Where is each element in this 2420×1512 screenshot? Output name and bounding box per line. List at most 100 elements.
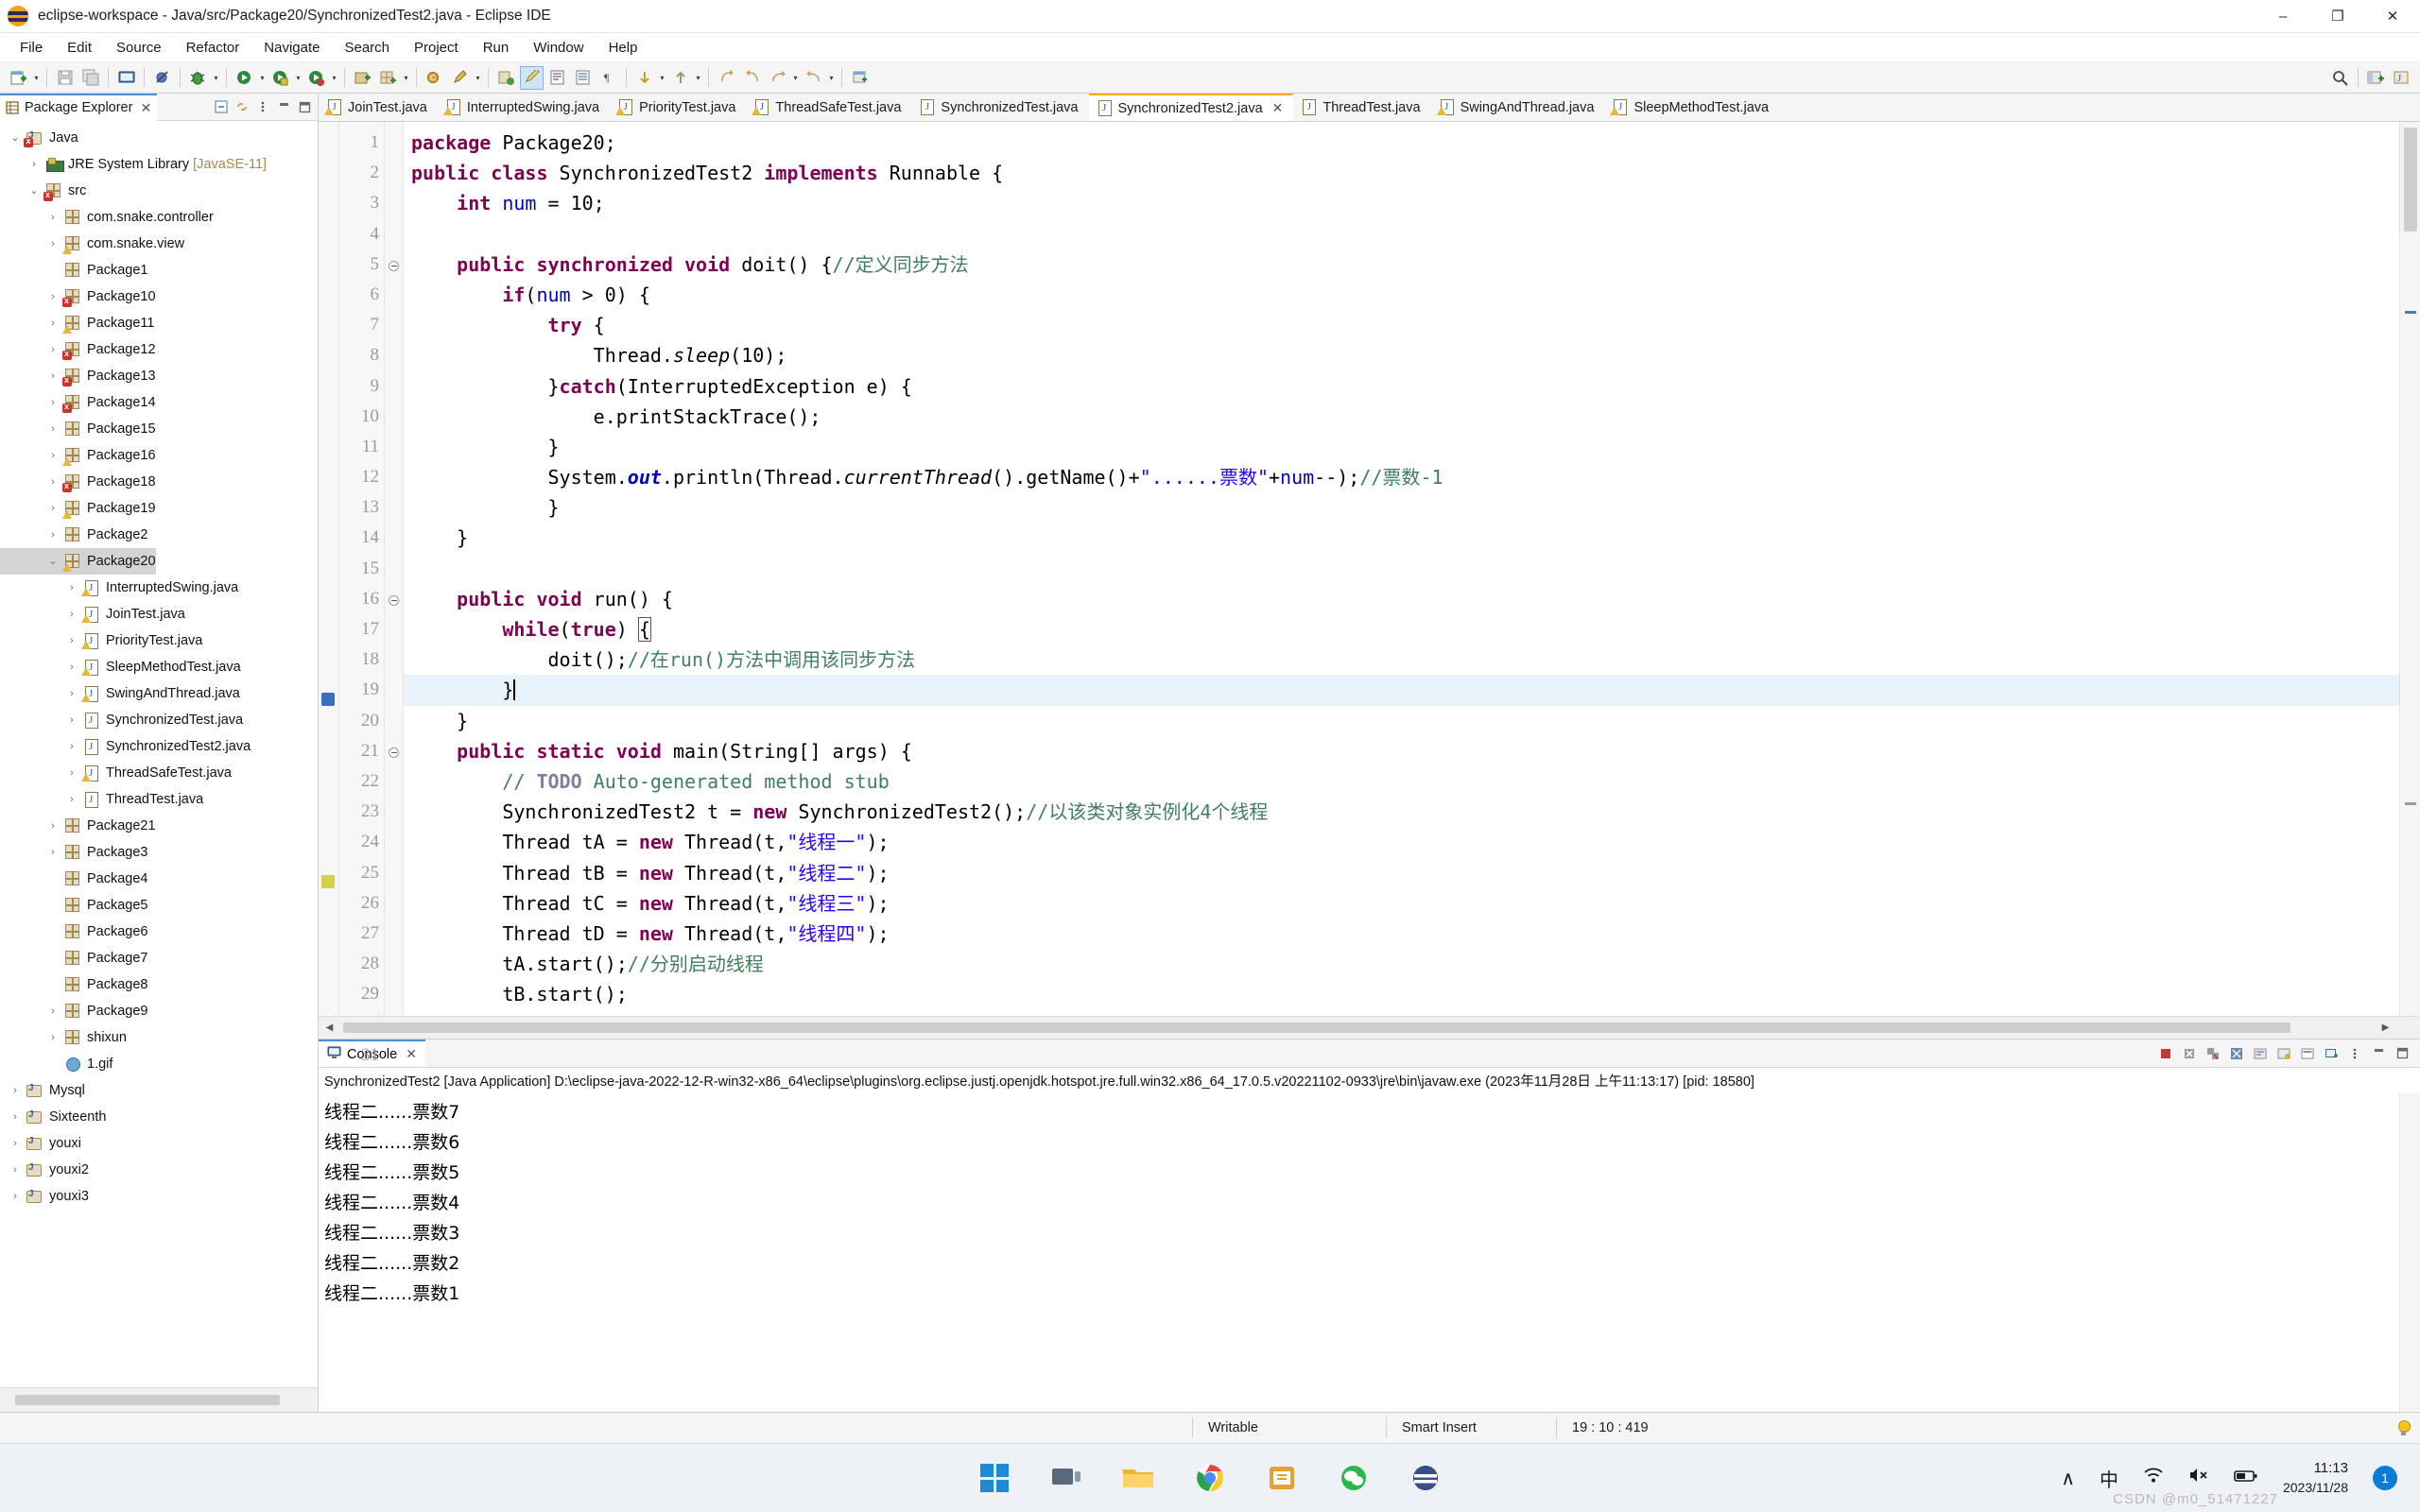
expand-arrow-icon[interactable]: ›	[62, 741, 81, 752]
code-line[interactable]: tA.start();//分别启动线程	[404, 949, 2399, 979]
expand-arrow-icon[interactable]: ›	[6, 1191, 25, 1202]
tree-item-src[interactable]: ⌄ src	[0, 178, 318, 204]
editor-vertical-scrollbar[interactable]	[2399, 122, 2420, 1016]
collapse-all-icon[interactable]	[214, 99, 229, 114]
tree-item-interruptedswing-java[interactable]: › InterruptedSwing.java	[0, 575, 318, 601]
expand-arrow-icon[interactable]: ›	[43, 820, 62, 832]
pin-console-icon[interactable]	[2273, 1043, 2294, 1064]
toggle-console-icon[interactable]	[114, 66, 138, 90]
expand-arrow-icon[interactable]: ›	[6, 1138, 25, 1149]
code-line[interactable]: Thread tA = new Thread(t,"线程一");	[404, 827, 2399, 857]
scroll-lock-icon[interactable]	[2250, 1043, 2271, 1064]
code-editor[interactable]: package Package20; public class Synchroni…	[404, 122, 2399, 1016]
code-line[interactable]: package Package20;	[404, 128, 2399, 158]
expand-arrow-icon[interactable]: ›	[62, 635, 81, 646]
expand-arrow-icon[interactable]: ›	[43, 318, 62, 329]
expand-arrow-icon[interactable]: ›	[43, 397, 62, 408]
tree-scroll-thumb[interactable]	[15, 1395, 280, 1405]
expand-arrow-icon[interactable]: ›	[6, 1164, 25, 1176]
remove-all-icon[interactable]	[2203, 1043, 2223, 1064]
open-task-icon[interactable]	[545, 66, 569, 90]
forward-history-icon[interactable]	[802, 66, 825, 90]
minimize-icon[interactable]	[2368, 1043, 2389, 1064]
scroll-right-icon[interactable]: ▶	[2379, 1022, 2392, 1034]
expand-arrow-icon[interactable]: ›	[62, 794, 81, 805]
breakpoint-marker[interactable]	[321, 693, 335, 706]
expand-arrow-icon[interactable]: ⌄	[25, 185, 43, 197]
code-line[interactable]: System.out.println(Thread.currentThread(…	[404, 462, 2399, 492]
tree-item-package5[interactable]: Package5	[0, 892, 318, 919]
next-annotation-icon[interactable]	[632, 66, 656, 90]
view-menu-icon[interactable]	[2344, 1043, 2365, 1064]
taskbar-clock[interactable]: 11:13 2023/11/28	[2283, 1459, 2348, 1497]
tree-item-java[interactable]: ⌄JJava	[0, 125, 318, 151]
expand-arrow-icon[interactable]: ›	[43, 529, 62, 541]
task-view-icon[interactable]	[1046, 1458, 1086, 1498]
editor-tab-jointest[interactable]: JoinTest.java	[319, 94, 438, 121]
tree-item-package11[interactable]: › Package11	[0, 310, 318, 336]
back-icon[interactable]	[715, 66, 738, 90]
debug-dropdown-icon[interactable]: ▾	[211, 66, 221, 90]
tree-horizontal-scrollbar[interactable]	[0, 1387, 318, 1412]
tree-item-package4[interactable]: Package4	[0, 866, 318, 892]
wifi-icon[interactable]	[2143, 1466, 2164, 1490]
notification-badge[interactable]: 1	[2373, 1466, 2397, 1490]
tree-item-package21[interactable]: › Package21	[0, 813, 318, 839]
tree-item-threadtest-java[interactable]: › ThreadTest.java	[0, 786, 318, 813]
tree-item-package6[interactable]: Package6	[0, 919, 318, 945]
clear-console-icon[interactable]	[2226, 1043, 2247, 1064]
new-wizard-icon[interactable]	[7, 66, 30, 90]
tree-item-youxi3[interactable]: › Jyouxi3	[0, 1183, 318, 1210]
expand-arrow-icon[interactable]: ›	[43, 423, 62, 435]
editor-tab-interruptedswing[interactable]: InterruptedSwing.java	[438, 94, 610, 121]
back-history-icon[interactable]	[766, 66, 789, 90]
code-line[interactable]	[404, 219, 2399, 249]
editor-hscroll-thumb[interactable]	[343, 1022, 2290, 1033]
tree-item-1-gif[interactable]: 1.gif	[0, 1051, 318, 1077]
link-with-editor-icon[interactable]	[234, 99, 250, 114]
menu-source[interactable]: Source	[104, 37, 174, 59]
editor-tab-synchronizedtest[interactable]: SynchronizedTest.java	[911, 94, 1088, 121]
pin-editor-icon[interactable]	[848, 66, 872, 90]
expand-arrow-icon[interactable]: ›	[43, 450, 62, 461]
tree-item-package18[interactable]: › Package18	[0, 469, 318, 495]
code-line[interactable]: e.printStackTrace();	[404, 402, 2399, 432]
expand-arrow-icon[interactable]: ›	[6, 1111, 25, 1123]
close-button[interactable]: ✕	[2365, 0, 2420, 33]
code-line[interactable]: }	[404, 706, 2399, 736]
windows-start-icon[interactable]	[975, 1458, 1014, 1498]
tree-item-package13[interactable]: › Package13	[0, 363, 318, 389]
tree-item-package20[interactable]: ⌄ Package20	[0, 548, 156, 575]
expand-arrow-icon[interactable]: ›	[43, 212, 62, 223]
ime-chinese-icon[interactable]: 中	[2100, 1465, 2118, 1492]
tree-item-jointest-java[interactable]: › JoinTest.java	[0, 601, 318, 627]
tree-item-package9[interactable]: › Package9	[0, 998, 318, 1024]
editor-tab-sleepmethodtest[interactable]: SleepMethodTest.java	[1604, 94, 1779, 121]
project-tree[interactable]: ⌄JJava›JRE System Library [JavaSE-11]⌄sr…	[0, 121, 318, 1387]
expand-arrow-icon[interactable]: ›	[62, 582, 81, 593]
menu-help[interactable]: Help	[596, 37, 650, 59]
code-line[interactable]: while(true) {	[404, 614, 2399, 644]
expand-arrow-icon[interactable]: ›	[43, 476, 62, 488]
expand-arrow-icon[interactable]: ›	[62, 662, 81, 673]
tree-item-prioritytest-java[interactable]: › PriorityTest.java	[0, 627, 318, 654]
forward-history-dropdown-icon[interactable]: ▾	[826, 66, 837, 90]
editor-tab-threadtest[interactable]: ThreadTest.java	[1293, 94, 1430, 121]
editor-horizontal-scrollbar[interactable]: ◀ ▶	[319, 1016, 2420, 1039]
maximize-button[interactable]: ❐	[2310, 0, 2365, 33]
code-line[interactable]: SynchronizedTest2 t = new SynchronizedTe…	[404, 797, 2399, 827]
menu-file[interactable]: File	[8, 37, 55, 59]
console-vertical-scrollbar[interactable]	[2399, 1093, 2420, 1412]
tree-item-threadsafetest-java[interactable]: › ThreadSafeTest.java	[0, 760, 318, 786]
code-line[interactable]: }	[404, 523, 2399, 553]
new-wizard-dropdown-icon[interactable]: ▾	[31, 66, 42, 90]
annotate-icon[interactable]	[448, 66, 472, 90]
close-icon[interactable]: ✕	[1272, 100, 1284, 116]
new-java-project-icon[interactable]	[351, 66, 374, 90]
expand-arrow-icon[interactable]: ›	[43, 238, 62, 249]
chrome-icon[interactable]	[1190, 1458, 1230, 1498]
minimize-button[interactable]: –	[2256, 0, 2310, 33]
expand-arrow-icon[interactable]: ›	[43, 344, 62, 355]
back-history-dropdown-icon[interactable]: ▾	[790, 66, 801, 90]
tab-package-explorer[interactable]: Package Explorer ✕	[0, 93, 158, 121]
